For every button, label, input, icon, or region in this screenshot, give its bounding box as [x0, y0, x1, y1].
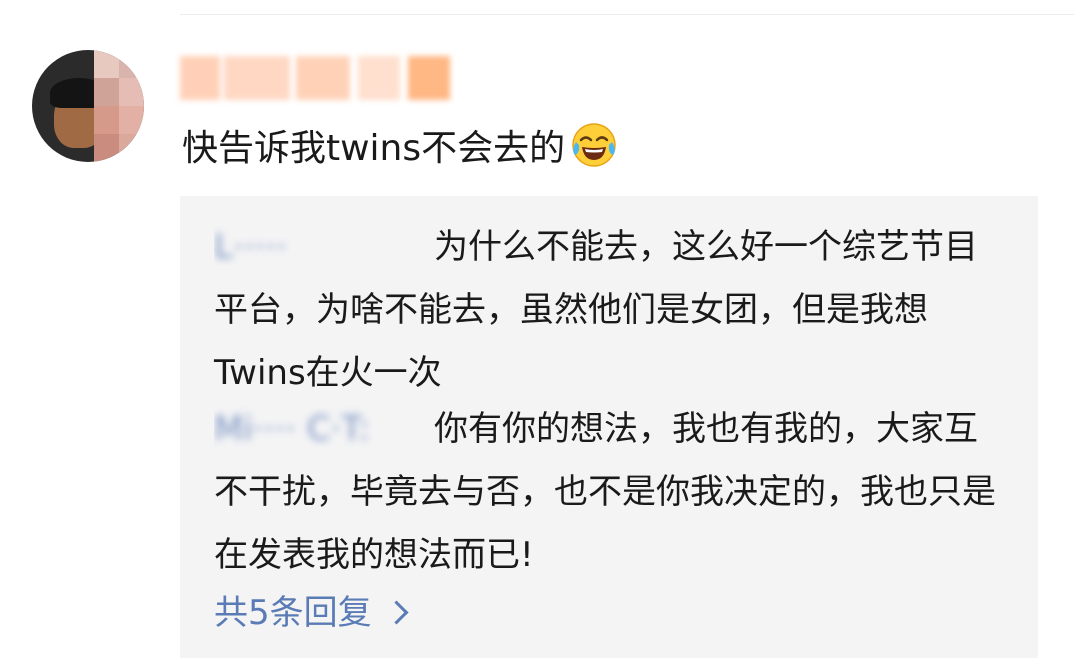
- reply-item[interactable]: Mi···· C·T: 你有你的想法，我也有我的，大家互不干扰，毕竟去与否，也不…: [214, 398, 1004, 587]
- more-replies-label: 共5条回复: [214, 593, 372, 633]
- chevron-right-icon: [384, 600, 409, 625]
- comment-screen: 快告诉我twins不会去的 L····· 为什么不能去，这么好一个综艺节目平台，…: [0, 0, 1074, 658]
- reply-author[interactable]: Mi···· C·T:: [214, 398, 428, 461]
- reply-box[interactable]: L····· 为什么不能去，这么好一个综艺节目平台，为啥不能去，虽然他们是女团，…: [180, 196, 1038, 658]
- comment-text: 快告诉我twins不会去的: [182, 128, 566, 169]
- username-blurred[interactable]: [180, 56, 450, 100]
- tears-of-joy-emoji-icon: [572, 123, 616, 167]
- avatar[interactable]: [32, 50, 144, 162]
- divider: [180, 14, 1074, 15]
- comment-body: 快告诉我twins不会去的: [182, 120, 619, 177]
- reply-author[interactable]: L·····: [214, 216, 432, 279]
- reply-item[interactable]: L····· 为什么不能去，这么好一个综艺节目平台，为啥不能去，虽然他们是女团，…: [214, 216, 1004, 405]
- avatar-mosaic: [94, 50, 144, 162]
- more-replies-link[interactable]: 共5条回复: [214, 588, 409, 638]
